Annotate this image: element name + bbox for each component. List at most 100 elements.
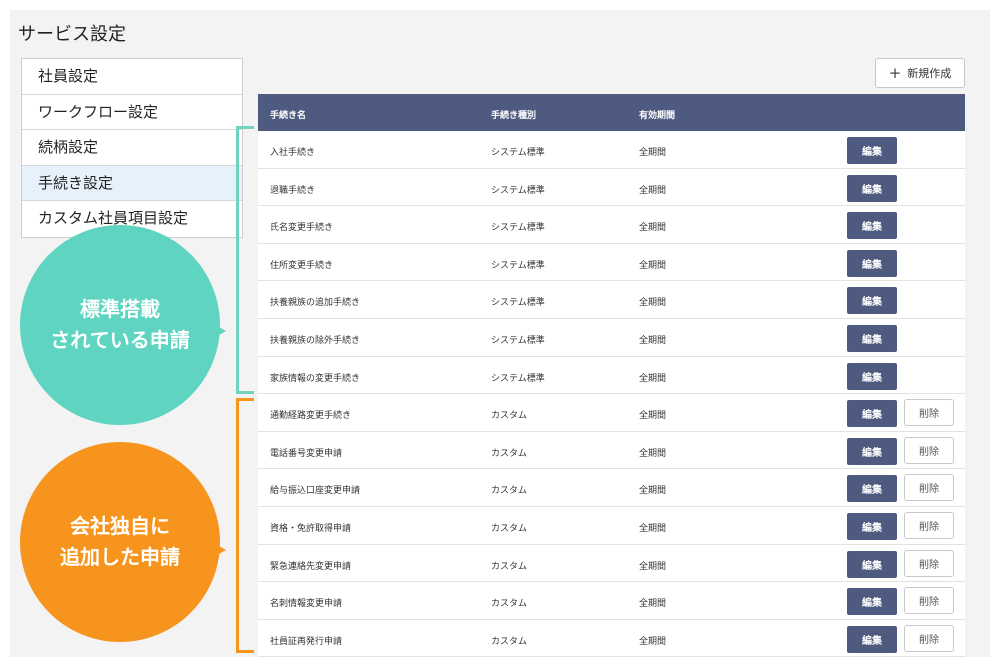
new-create-label: 新規作成 [907,67,952,80]
table-row: 通勤経路変更手続き カスタム 全期間 編集 削除 [258,394,965,432]
table-header: 手続き名 手続き種別 有効期間 [258,94,965,131]
custom-annotation-line: 会社独自に [70,514,170,538]
menu-item-employee-settings[interactable]: 社員設定 [22,59,242,95]
procedure-type: システム標準 [491,185,545,196]
edit-button[interactable]: 編集 [847,400,897,428]
procedure-type: システム標準 [491,260,545,271]
edit-button[interactable]: 編集 [847,588,897,616]
service-settings-page: サービス設定 社員設定 ワークフロー設定 続柄設定 手続き設定 カスタム社員項目… [10,10,990,658]
edit-button[interactable]: 編集 [847,362,897,390]
table-row: 退職手続き システム標準 全期間 編集 [258,169,965,207]
procedure-type: カスタム [491,448,528,459]
menu-item-workflow-settings[interactable]: ワークフロー設定 [22,94,242,130]
procedure-period: 全期間 [639,223,667,234]
delete-button[interactable]: 削除 [904,511,954,539]
edit-button[interactable]: 編集 [847,324,897,352]
table-row: 名刺情報変更申請 カスタム 全期間 編集 削除 [258,582,965,620]
standard-annotation-bubble: 標準搭載 されている申請 [20,225,220,425]
delete-button[interactable]: 削除 [904,436,954,464]
edit-button[interactable]: 編集 [847,174,897,202]
procedure-name: 扶養親族の追加手続き [270,298,361,309]
procedure-table: 手続き名 手続き種別 有効期間 入社手続き システム標準 全期間 編集 退職手続き システ… [258,94,965,658]
procedure-period: 全期間 [639,260,667,271]
edit-button[interactable]: 編集 [847,512,897,540]
edit-button[interactable]: 編集 [847,625,897,653]
delete-button[interactable]: 削除 [904,474,954,502]
edit-button[interactable]: 編集 [847,212,897,240]
procedure-name: 家族情報の変更手続き [270,373,361,384]
settings-menu: 社員設定 ワークフロー設定 続柄設定 手続き設定 カスタム社員項目設定 [21,58,243,238]
procedure-name: 氏名変更手続き [270,223,334,234]
edit-button[interactable]: 編集 [847,287,897,315]
table-row: 緊急連絡先変更申請 カスタム 全期間 編集 削除 [258,545,965,583]
procedure-period: 全期間 [639,298,667,309]
table-row: 入社手続き システム標準 全期間 編集 [258,131,965,169]
procedure-type: カスタム [491,411,528,422]
procedure-period: 全期間 [639,523,667,534]
standard-annotation-line: されている申請 [50,328,190,352]
procedure-period: 全期間 [639,486,667,497]
custom-bracket [236,398,254,653]
table-row: 給与振込口座変更申請 カスタム 全期間 編集 削除 [258,469,965,507]
table-row: 住所変更手続き システム標準 全期間 編集 [258,244,965,282]
delete-button[interactable]: 削除 [904,399,954,427]
table-row: 電話番号変更申請 カスタム 全期間 編集 削除 [258,432,965,470]
procedure-period: 全期間 [639,561,667,572]
edit-button[interactable]: 編集 [847,475,897,503]
standard-annotation-line: 標準搭載 [80,297,160,321]
edit-button[interactable]: 編集 [847,437,897,465]
edit-button[interactable]: 編集 [847,550,897,578]
procedure-period: 全期間 [639,448,667,459]
procedure-name: 住所変更手続き [270,260,334,271]
procedure-period: 全期間 [639,599,667,610]
delete-button[interactable]: 削除 [904,587,954,615]
procedure-name: 緊急連絡先変更申請 [270,561,352,572]
procedure-type: カスタム [491,599,528,610]
standard-bracket [236,126,254,394]
custom-annotation-line: 追加した申請 [60,545,180,569]
procedure-type: カスタム [491,636,528,647]
procedure-type: システム標準 [491,148,545,158]
procedure-period: 全期間 [639,411,667,422]
page-title: サービス設定 [18,24,126,45]
procedure-type: システム標準 [491,373,545,384]
plus-icon: + [888,63,902,82]
menu-item-relationship-settings[interactable]: 続柄設定 [22,130,242,166]
delete-button[interactable]: 削除 [904,549,954,577]
procedure-type: システム標準 [491,335,545,346]
table-row: 氏名変更手続き システム標準 全期間 編集 [258,206,965,244]
procedure-period: 全期間 [639,185,667,196]
procedure-period: 全期間 [639,373,667,384]
procedure-name: 電話番号変更申請 [270,448,343,459]
procedure-name: 退職手続き [270,185,316,196]
custom-annotation-bubble: 会社独自に 追加した申請 [20,442,220,642]
procedure-period: 全期間 [639,148,667,158]
column-header-name: 手続き名 [270,111,307,121]
new-create-button[interactable]: + 新規作成 [875,58,965,88]
procedure-name: 入社手続き [270,148,316,158]
table-row: 家族情報の変更手続き システム標準 全期間 編集 [258,357,965,395]
procedure-name: 資格・免許取得申請 [270,523,352,534]
table-body: 入社手続き システム標準 全期間 編集 退職手続き システム標準 全期間 編集 氏名変更手続きシ… [258,131,965,658]
procedure-name: 通勤経路変更手続き [270,411,352,422]
menu-item-procedure-settings[interactable]: 手続き設定 [22,165,242,201]
procedure-type: カスタム [491,486,528,497]
column-header-type: 手続き種別 [491,111,537,121]
procedure-period: 全期間 [639,636,667,647]
procedure-name: 給与振込口座変更申請 [270,486,361,497]
procedure-name: 扶養親族の除外手続き [270,335,361,346]
delete-button[interactable]: 削除 [904,624,954,652]
procedure-name: 社員証再発行申請 [270,636,343,647]
table-row: 扶養親族の追加手続き システム標準 全期間 編集 [258,281,965,319]
procedure-type: システム標準 [491,298,545,309]
procedure-type: システム標準 [491,223,545,234]
procedure-period: 全期間 [639,335,667,346]
edit-button[interactable]: 編集 [847,137,897,164]
edit-button[interactable]: 編集 [847,249,897,277]
column-header-period: 有効期間 [639,111,676,121]
procedure-type: カスタム [491,561,528,572]
table-row: 資格・免許取得申請 カスタム 全期間 編集 削除 [258,507,965,545]
procedure-type: カスタム [491,523,528,534]
table-row: 社員証再発行申請 カスタム 全期間 編集 削除 [258,620,965,658]
procedure-name: 名刺情報変更申請 [270,599,343,610]
